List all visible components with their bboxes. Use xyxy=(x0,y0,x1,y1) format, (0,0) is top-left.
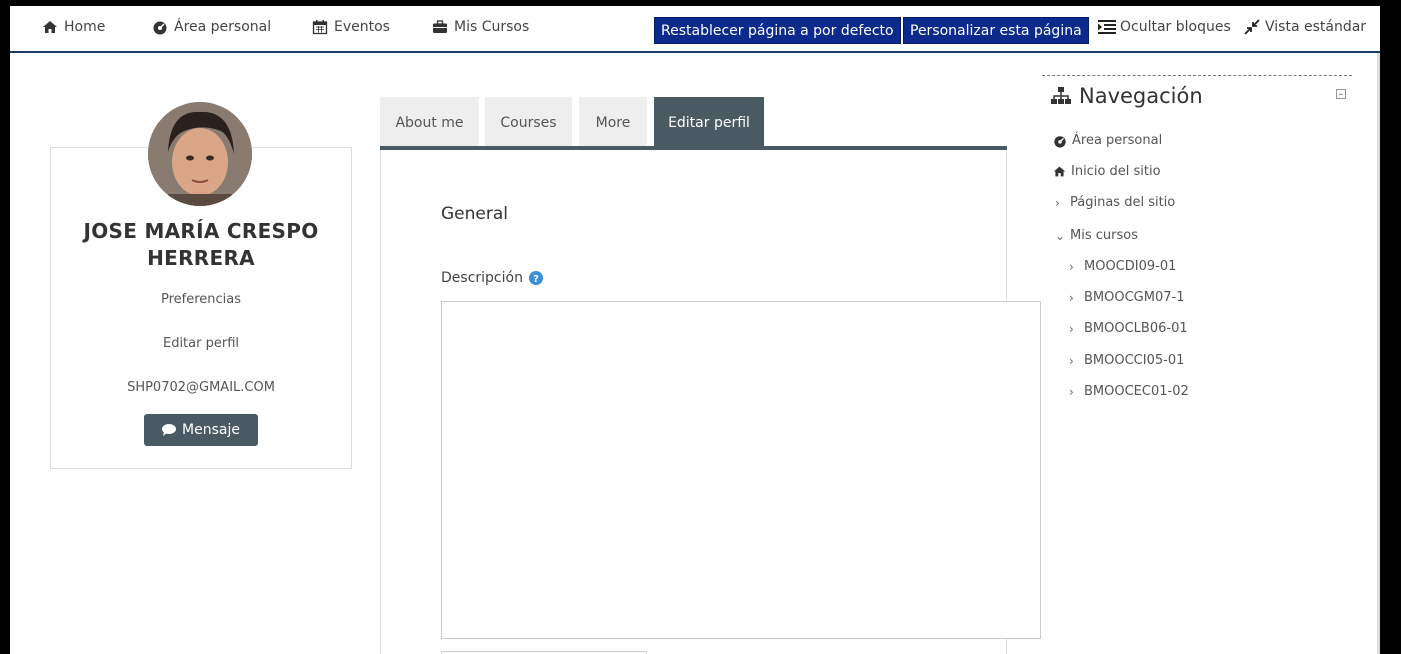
message-button-label: Mensaje xyxy=(182,422,240,438)
standard-view-link[interactable]: Vista estándar xyxy=(1244,19,1366,35)
chevron-right-icon: › xyxy=(1069,321,1074,336)
comment-icon xyxy=(162,424,177,436)
chevron-right-icon: › xyxy=(1069,259,1074,274)
chevron-right-icon: › xyxy=(1069,384,1074,399)
description-label-text: Descripción xyxy=(441,270,523,286)
home-icon xyxy=(43,21,57,33)
collapse-icon[interactable] xyxy=(1336,89,1346,99)
nav-area-personal[interactable]: Área personal xyxy=(152,19,271,35)
nav-block-area-personal-label: Área personal xyxy=(1072,133,1163,148)
user-email: SHP0702@GMAIL.COM xyxy=(127,380,275,395)
course-item[interactable]: › BMOOCCI05-01 xyxy=(1069,353,1184,368)
user-name-line1: JOSE MARÍA CRESPO xyxy=(83,219,319,243)
nav-block-site-pages-label: Páginas del sitio xyxy=(1070,195,1176,210)
tab-more[interactable]: More xyxy=(579,97,647,148)
chevron-down-icon: ⌄ xyxy=(1055,228,1066,243)
edit-profile-link[interactable]: Editar perfil xyxy=(50,336,352,351)
nav-block-my-courses[interactable]: ⌄ Mis cursos xyxy=(1055,228,1138,243)
nav-block-my-courses-label: Mis cursos xyxy=(1070,228,1138,243)
nav-block-home-label: Inicio del sitio xyxy=(1071,164,1161,179)
course-item[interactable]: › MOOCDI09-01 xyxy=(1069,259,1176,274)
briefcase-icon xyxy=(433,20,447,33)
course-item[interactable]: › BMOOCGM07-1 xyxy=(1069,290,1184,305)
nav-block-home[interactable]: Inicio del sitio xyxy=(1053,164,1161,179)
page-frame: Home Área personal Eventos Mis Cursos Re… xyxy=(10,6,1380,654)
preferences-link[interactable]: Preferencias xyxy=(50,292,352,307)
sitemap-icon xyxy=(1051,87,1071,104)
course-item-label: MOOCDI09-01 xyxy=(1084,259,1177,274)
avatar xyxy=(148,102,252,206)
navigation-block xyxy=(1042,75,1352,76)
reset-page-button[interactable]: Restablecer página a por defecto xyxy=(654,17,901,44)
navigation-title: Navegación xyxy=(1051,84,1203,108)
course-item-label: BMOOCEC01-02 xyxy=(1084,384,1189,399)
description-editor[interactable] xyxy=(441,301,1041,639)
list-indent-icon xyxy=(1098,20,1116,34)
scroll-edge xyxy=(1377,53,1380,654)
nav-home[interactable]: Home xyxy=(42,19,105,35)
course-item[interactable]: › BMOOCLB06-01 xyxy=(1069,321,1188,336)
top-navbar: Home Área personal Eventos Mis Cursos Re… xyxy=(10,6,1380,53)
hide-blocks-link[interactable]: Ocultar bloques xyxy=(1098,19,1231,35)
tab-edit-profile[interactable]: Editar perfil xyxy=(654,97,764,148)
compress-icon xyxy=(1244,19,1260,35)
user-name-line2: HERRERA xyxy=(147,246,255,270)
message-button[interactable]: Mensaje xyxy=(144,414,258,446)
tab-about-me[interactable]: About me xyxy=(380,97,479,148)
standard-view-label: Vista estándar xyxy=(1265,19,1367,35)
user-full-name: JOSE MARÍA CRESPO HERRERA xyxy=(50,218,352,272)
customize-page-button[interactable]: Personalizar esta página xyxy=(903,17,1089,44)
nav-home-label: Home xyxy=(64,19,106,35)
course-item-label: BMOOCLB06-01 xyxy=(1084,321,1188,336)
dashboard-icon xyxy=(153,21,167,35)
description-label: Descripción ? xyxy=(441,270,543,286)
course-item-label: BMOOCGM07-1 xyxy=(1084,290,1185,305)
hide-blocks-label: Ocultar bloques xyxy=(1120,19,1231,35)
tab-courses[interactable]: Courses xyxy=(485,97,572,148)
nav-eventos[interactable]: Eventos xyxy=(312,19,390,35)
dashboard-icon xyxy=(1054,135,1066,148)
help-icon[interactable]: ? xyxy=(528,271,543,285)
course-item-label: BMOOCCI05-01 xyxy=(1084,353,1185,368)
nav-mis-cursos-label: Mis Cursos xyxy=(454,19,530,35)
chevron-right-icon: › xyxy=(1069,353,1074,368)
chevron-right-icon: › xyxy=(1055,195,1060,210)
navigation-title-text: Navegación xyxy=(1079,84,1203,108)
nav-block-area-personal[interactable]: Área personal xyxy=(1053,133,1162,148)
svg-text:?: ? xyxy=(533,274,539,285)
nav-eventos-label: Eventos xyxy=(334,19,390,35)
chevron-right-icon: › xyxy=(1069,290,1074,305)
nav-area-personal-label: Área personal xyxy=(174,19,272,35)
calendar-icon xyxy=(312,20,328,35)
nav-mis-cursos[interactable]: Mis Cursos xyxy=(432,19,529,35)
nav-block-site-pages[interactable]: › Páginas del sitio xyxy=(1055,195,1175,210)
home-icon xyxy=(1053,166,1066,177)
course-item[interactable]: › BMOOCEC01-02 xyxy=(1069,384,1189,399)
section-title-general[interactable]: General xyxy=(441,204,508,224)
